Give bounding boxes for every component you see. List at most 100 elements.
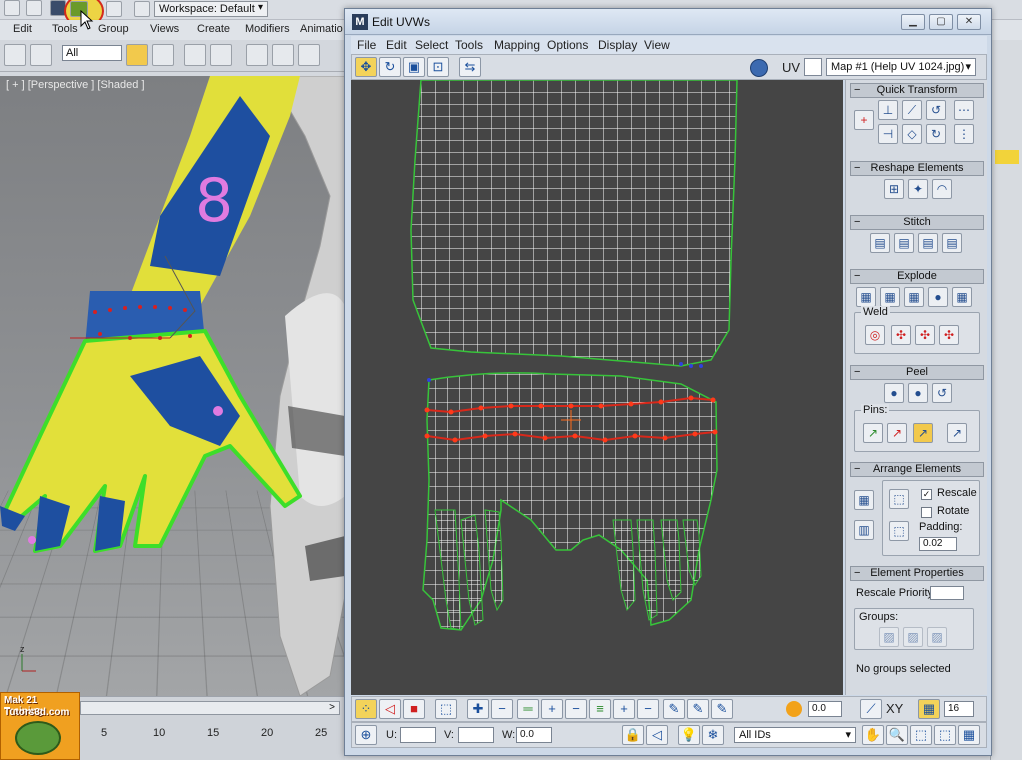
grid-toggle-icon[interactable]: ▦ [958,725,980,745]
rollout-stitch[interactable]: Stitch [850,215,984,230]
align-diagonal-icon[interactable]: ⟋ [902,100,922,120]
shrink-loop-icon[interactable]: − [637,699,659,719]
rollout-quick-transform[interactable]: Quick Transform [850,83,984,98]
straighten-selection-icon[interactable]: ⊞ [884,179,904,199]
move-icon[interactable] [246,44,268,66]
hide-icon[interactable]: 💡 [678,725,700,745]
group-selected-icon[interactable]: ▨ [879,627,899,647]
uvw-menu-tools[interactable]: Tools [455,38,483,52]
texture-map-dropdown[interactable]: Map #1 (Help UV 1024.jpg) [826,58,976,76]
ring-icon[interactable]: ═ [517,699,539,719]
perspective-viewport[interactable]: 8 z [ + ] [Perspective ] [Shaded ] [0,76,345,696]
polygon-mode-icon[interactable]: ■ [403,699,425,719]
minimize-button[interactable]: ▁ [901,14,925,30]
rollout-element-properties[interactable]: Element Properties [850,566,984,581]
menu-edit[interactable]: Edit [13,23,32,35]
uvw-menu-select[interactable]: Select [415,38,448,52]
weld-pair-icon[interactable]: ✣ [915,325,935,345]
selection-filter-dropdown[interactable]: All [62,45,122,61]
paint-shrink-icon[interactable]: ✎ [711,699,733,719]
loop-icon[interactable]: ≡ [589,699,611,719]
pack-grouped-icon[interactable]: ⬚ [889,521,909,541]
close-button[interactable]: ✕ [957,14,981,30]
select-pins-icon[interactable]: ↗ [947,423,967,443]
stitch-to-source-icon[interactable]: ▤ [918,233,938,253]
uvw-menu-options[interactable]: Options [547,38,588,52]
material-ids-dropdown[interactable]: All IDs [734,727,856,743]
rotate-uv-icon[interactable]: ↻ [379,57,401,77]
scale-icon[interactable] [298,44,320,66]
weld-target-icon[interactable]: ◎ [865,325,885,345]
edge-mode-icon[interactable]: ◁ [379,699,401,719]
time-slider[interactable]: > [80,701,340,715]
viewport-label[interactable]: [ + ] [Perspective ] [Shaded ] [6,79,145,91]
unlink-icon[interactable] [30,44,52,66]
menu-views[interactable]: Views [150,23,179,35]
v-coordinate-field[interactable] [458,727,494,743]
color-swatch[interactable] [995,150,1019,164]
quick-peel-icon[interactable]: ● [884,383,904,403]
grid-snap-icon[interactable]: ▦ [918,699,940,719]
menu-create[interactable]: Create [197,23,230,35]
menu-animation[interactable]: Animatio [300,23,343,35]
pack-normalize-icon[interactable]: ▦ [854,490,874,510]
ungroup-icon[interactable]: ▨ [903,627,923,647]
workspace-dropdown[interactable]: Workspace: Default [154,1,268,17]
set-pivot-icon[interactable]: + [854,110,874,130]
straighten-icon[interactable]: ◇ [902,124,922,144]
uvw-menu-edit[interactable]: Edit [386,38,407,52]
menu-group[interactable]: Group [98,23,129,35]
w-coordinate-field[interactable]: 0.0 [516,727,552,743]
checker-map-icon[interactable] [750,59,768,77]
stitch-custom-icon[interactable]: ▤ [942,233,962,253]
paint-grow-icon[interactable]: ✎ [687,699,709,719]
rotate-checkbox[interactable] [921,507,932,518]
uvw-menu-view[interactable]: View [644,38,670,52]
relax-icon[interactable]: ✦ [908,179,928,199]
reset-peel-icon[interactable]: ↺ [932,383,952,403]
pin-selected-icon[interactable]: ↗ [863,423,883,443]
uvw-menu-mapping[interactable]: Mapping [494,38,540,52]
move-uv-icon[interactable]: ✥ [355,57,377,77]
new-file-icon[interactable] [4,0,20,16]
uvw-menu-display[interactable]: Display [598,38,637,52]
rotate-icon[interactable] [272,44,294,66]
zoom-region-icon[interactable]: ⬚ [910,725,932,745]
falloff-type-icon[interactable]: ⟋ [860,699,882,719]
falloff-value-field[interactable]: 0.0 [808,701,842,717]
xy-label[interactable]: XY [886,701,903,716]
weld-all-icon[interactable]: ✣ [939,325,959,345]
grow-ring-icon[interactable]: + [541,699,563,719]
show-hidden-icon[interactable]: ◁ [646,725,668,745]
vertex-mode-icon[interactable]: ⁘ [355,699,377,719]
freeform-uv-icon[interactable]: ⊡ [427,57,449,77]
unpin-selected-icon[interactable]: ↗ [887,423,907,443]
select-by-name-icon[interactable] [152,44,174,66]
uv-editor-canvas[interactable] [351,80,843,695]
project-folder-icon[interactable] [134,1,150,17]
uvw-menu-file[interactable]: File [357,38,376,52]
stitch-to-target-icon[interactable]: ▤ [870,233,890,253]
weld-selected-icon[interactable]: ✣ [891,325,911,345]
padding-spinner[interactable]: 0.02 [919,537,957,551]
redo-icon[interactable] [106,1,122,17]
align-horizontal-icon[interactable]: ⊥ [878,100,898,120]
window-crossing-icon[interactable] [210,44,232,66]
shrink-selection-icon[interactable]: − [491,699,513,719]
pan-icon[interactable]: ✋ [862,725,884,745]
rectangular-selection-icon[interactable] [184,44,206,66]
menu-tools[interactable]: Tools [52,23,78,35]
maximize-button[interactable]: ▢ [929,14,953,30]
auto-pin-icon[interactable]: ↗ [913,423,933,443]
mirror-uv-icon[interactable]: ⇆ [459,57,481,77]
space-horizontal-icon[interactable]: ⋯ [954,100,974,120]
break-icon[interactable]: ▦ [856,287,876,307]
grow-selection-icon[interactable]: ✚ [467,699,489,719]
pack-together-icon[interactable]: ▥ [854,520,874,540]
rollout-reshape-elements[interactable]: Reshape Elements [850,161,984,176]
rescale-checkbox[interactable]: ✓ [921,489,932,500]
pack-custom-icon[interactable]: ⬚ [889,489,909,509]
grow-loop-icon[interactable]: + [613,699,635,719]
rollout-explode[interactable]: Explode [850,269,984,284]
lock-selection-icon[interactable]: 🔒 [622,725,644,745]
